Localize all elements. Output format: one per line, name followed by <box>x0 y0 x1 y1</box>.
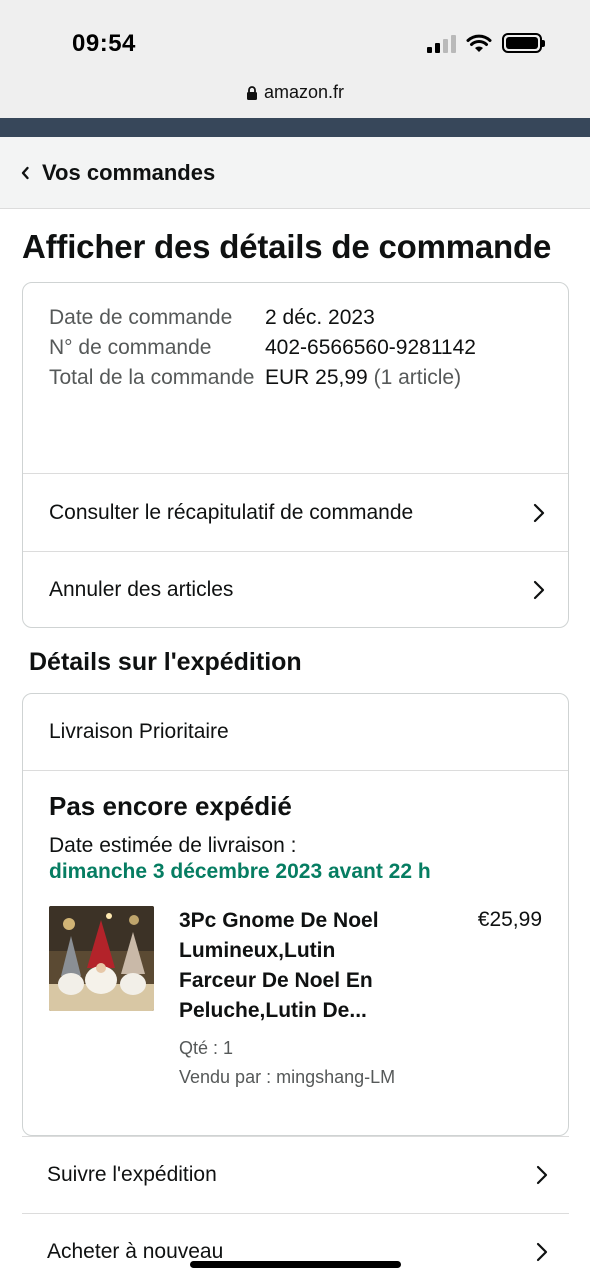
view-order-summary-link[interactable]: Consulter le récapitulatif de commande <box>23 474 568 551</box>
back-label: Vos commandes <box>42 159 216 185</box>
chevron-right-icon <box>533 580 545 600</box>
status-icons <box>427 33 545 53</box>
wifi-icon <box>466 34 492 52</box>
cancel-items-label: Annuler des articles <box>49 578 234 601</box>
order-number-label: N° de commande <box>49 336 212 359</box>
delivery-estimate-label: Date estimée de livraison : <box>49 834 297 857</box>
order-number-value: 402-6566560-9281142 <box>265 336 476 359</box>
cellular-signal-icon <box>427 35 456 53</box>
browser-chrome: 09:54 amazon.fr <box>0 0 590 118</box>
back-to-orders[interactable]: Vos commandes <box>0 137 590 209</box>
cancel-items-link[interactable]: Annuler des articles <box>23 551 568 627</box>
delivery-estimate-date: dimanche 3 décembre 2023 avant 22 h <box>49 860 431 883</box>
battery-icon <box>502 33 545 53</box>
order-total-row: Total de la commande EUR 25,99 (1 articl… <box>49 363 542 393</box>
shipment-status: Pas encore expédié <box>49 791 292 821</box>
track-package-link[interactable]: Suivre l'expédition <box>22 1136 569 1213</box>
chevron-right-icon <box>536 1165 548 1185</box>
order-date-value: 2 déc. 2023 <box>265 306 375 329</box>
track-package-label: Suivre l'expédition <box>47 1163 217 1186</box>
view-order-summary-label: Consulter le récapitulatif de commande <box>49 500 414 524</box>
item-title[interactable]: 3Pc Gnome De Noel Lumineux,Lutin Farceur… <box>179 906 449 1026</box>
item-info: 3Pc Gnome De Noel Lumineux,Lutin Farceur… <box>179 906 449 1092</box>
item-meta: Qté : 1 Vendu par : mingshang-LM <box>179 1034 449 1092</box>
shipping-method: Livraison Prioritaire <box>23 694 568 771</box>
home-indicator[interactable] <box>190 1261 401 1268</box>
shipment-body: Pas encore expédié Date estimée de livra… <box>23 771 568 1092</box>
item-quantity: Qté : 1 <box>179 1038 234 1058</box>
order-total-label: Total de la commande <box>49 366 255 389</box>
url-text: amazon.fr <box>263 82 345 102</box>
shipment-card: Livraison Prioritaire Pas encore expédié… <box>22 693 569 1136</box>
order-item: 3Pc Gnome De Noel Lumineux,Lutin Farceur… <box>49 906 542 1092</box>
product-image[interactable] <box>49 906 154 1011</box>
item-price: €25,99 <box>477 908 542 931</box>
order-total-amount: EUR 25,99 <box>265 366 368 389</box>
lock-icon <box>246 85 257 100</box>
order-item-count: (1 article) <box>373 366 462 389</box>
chevron-right-icon <box>533 503 545 522</box>
order-date-label: Date de commande <box>49 306 233 329</box>
shipping-section-title: Détails sur l'expédition <box>29 648 302 676</box>
shipment-actions: Suivre l'expédition Acheter à nouveau <box>22 1136 569 1280</box>
buy-again-link[interactable]: Acheter à nouveau <box>22 1213 569 1280</box>
status-time: 09:54 <box>72 30 136 57</box>
site-nav-strip <box>0 118 590 137</box>
item-seller: Vendu par : mingshang-LM <box>179 1067 396 1087</box>
order-total-value: EUR 25,99 (1 article) <box>265 363 461 393</box>
chevron-left-icon <box>21 166 29 179</box>
page-title: Afficher des détails de commande <box>22 228 552 265</box>
order-summary-card: Date de commande 2 déc. 2023 N° de comma… <box>22 282 569 628</box>
address-bar[interactable]: amazon.fr <box>0 82 590 103</box>
order-date-row: Date de commande 2 déc. 2023 <box>49 303 542 333</box>
chevron-right-icon <box>536 1242 548 1262</box>
order-number-row: N° de commande 402-6566560-9281142 <box>49 333 542 363</box>
order-summary: Date de commande 2 déc. 2023 N° de comma… <box>23 283 568 474</box>
